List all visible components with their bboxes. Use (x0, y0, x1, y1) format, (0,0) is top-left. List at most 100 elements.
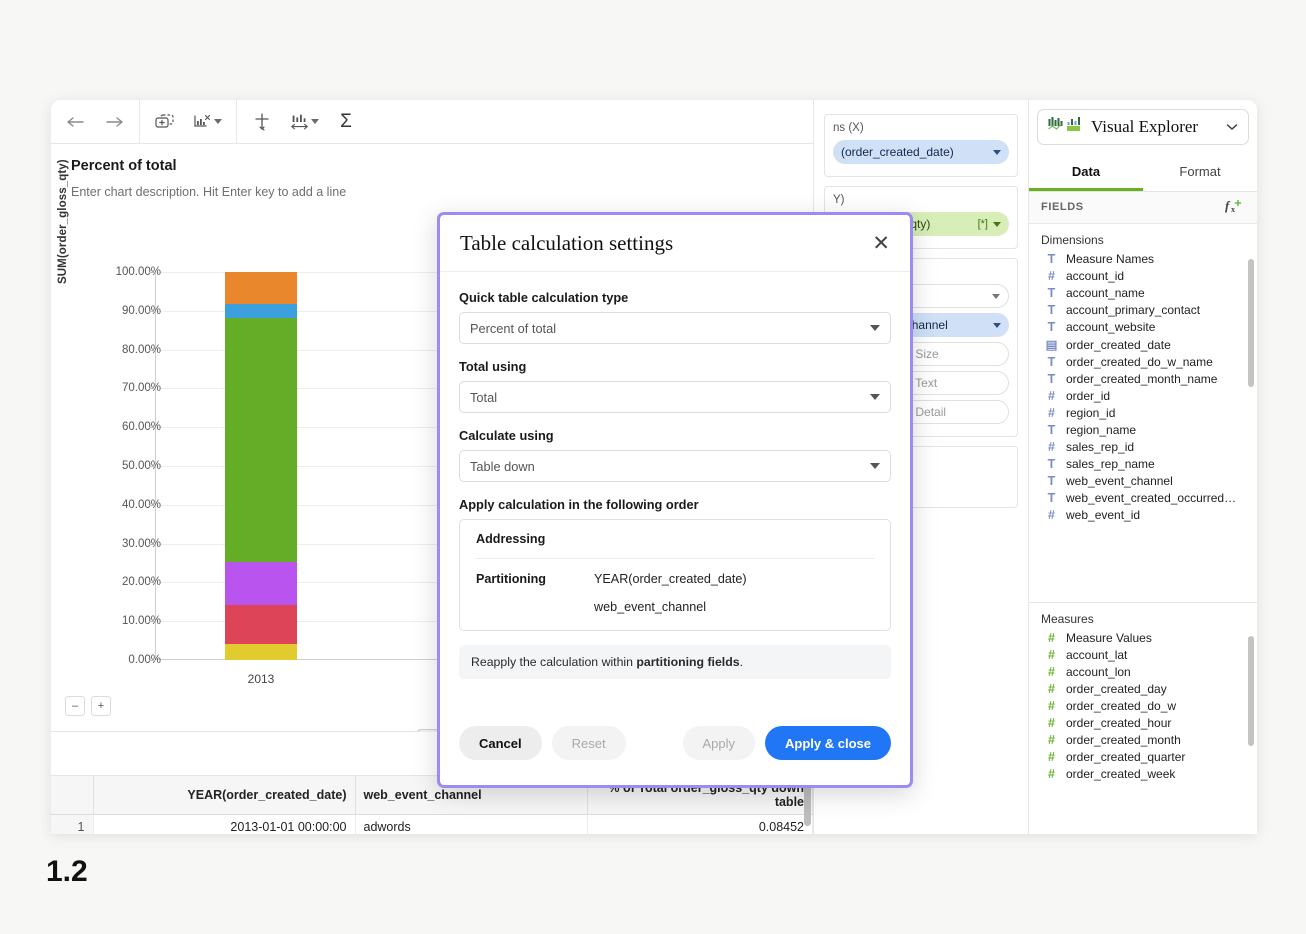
field-list-item[interactable]: #region_id (1029, 405, 1257, 422)
field-list-item[interactable]: #account_lon (1029, 664, 1257, 681)
visual-explorer-header: Visual Explorer (1029, 100, 1257, 153)
text-icon: T (1045, 491, 1058, 505)
dimensions-list[interactable]: TMeasure Names#account_idTaccount_nameTa… (1029, 251, 1257, 602)
number-icon: # (1045, 648, 1058, 662)
chevron-down-icon[interactable] (993, 150, 1001, 155)
dimensions-scrollbar[interactable] (1248, 259, 1254, 387)
arrow-left-icon[interactable] (65, 111, 87, 133)
bar-segment[interactable] (225, 272, 297, 304)
number-icon: # (1045, 699, 1058, 713)
addressing-row[interactable]: Addressing (476, 532, 874, 546)
bar-segment[interactable] (225, 605, 297, 643)
clear-sheet-icon[interactable] (192, 111, 214, 133)
mark-type-control[interactable] (289, 111, 319, 133)
field-list-item[interactable]: Tweb_event_created_occurred… (1029, 490, 1257, 507)
field-list-item[interactable]: #order_created_day (1029, 681, 1257, 698)
reset-button[interactable]: Reset (552, 726, 626, 760)
swap-axes-icon[interactable] (251, 111, 273, 133)
chevron-down-icon[interactable] (870, 394, 880, 400)
table-calc-badge[interactable]: [*] (978, 218, 988, 230)
apply-and-close-button[interactable]: Apply & close (765, 726, 891, 760)
text-icon: T (1045, 372, 1058, 386)
tab-data[interactable]: Data (1029, 153, 1143, 191)
measures-list[interactable]: #Measure Values#account_lat#account_lon#… (1029, 630, 1257, 834)
zoom-out-button[interactable]: – (65, 696, 85, 716)
field-list-item[interactable]: #order_created_hour (1029, 715, 1257, 732)
field-list-item[interactable]: Torder_created_do_w_name (1029, 354, 1257, 371)
duplicate-sheet-icon[interactable] (154, 111, 176, 133)
field-list-item[interactable]: #account_id (1029, 268, 1257, 285)
col-year[interactable]: YEAR(order_created_date) (93, 776, 355, 815)
chevron-down-icon[interactable] (870, 325, 880, 331)
bar-segment[interactable] (225, 562, 297, 605)
chevron-down-icon[interactable] (214, 119, 222, 124)
figure-caption: 1.2 (46, 855, 88, 889)
field-list-item[interactable]: Tweb_event_channel (1029, 473, 1257, 490)
measures-scrollbar[interactable] (1248, 636, 1254, 746)
partitioning-row[interactable]: Partitioning YEAR(order_created_date) we… (476, 572, 874, 614)
field-list-item[interactable]: Tsales_rep_name (1029, 456, 1257, 473)
field-list-item[interactable]: #order_created_do_w (1029, 698, 1257, 715)
close-icon[interactable]: ✕ (872, 233, 890, 254)
bar-stack[interactable] (225, 272, 297, 660)
columns-shelf[interactable]: ns (X) (order_created_date) (824, 114, 1018, 177)
bar-segment[interactable] (225, 304, 297, 318)
field-list-item[interactable]: #sales_rep_id (1029, 439, 1257, 456)
field-list-item[interactable]: Tregion_name (1029, 422, 1257, 439)
y-axis-tick-mark (149, 621, 155, 622)
total-using-select[interactable]: Total (459, 381, 891, 413)
columns-shelf-label: ns (X) (833, 122, 1009, 134)
bar-segment[interactable] (225, 644, 297, 660)
order-separator (476, 558, 874, 559)
table-row[interactable]: 12013-01-01 00:00:00adwords0.08452 (51, 815, 813, 835)
tab-format[interactable]: Format (1143, 153, 1257, 191)
cancel-button[interactable]: Cancel (459, 726, 542, 760)
dialog-title: Table calculation settings (460, 231, 872, 256)
field-label: sales_rep_name (1066, 457, 1155, 471)
calc-type-select[interactable]: Percent of total (459, 312, 891, 344)
apply-button[interactable]: Apply (683, 726, 756, 760)
field-label: account_website (1066, 320, 1155, 334)
field-list-item[interactable]: ▤order_created_date (1029, 336, 1257, 354)
chevron-down-icon[interactable] (992, 294, 1000, 299)
calculate-using-select[interactable]: Table down (459, 450, 891, 482)
clear-sheet-control[interactable] (192, 111, 222, 133)
field-list-item[interactable]: #web_event_id (1029, 507, 1257, 524)
dialog-body: Quick table calculation type Percent of … (440, 272, 910, 679)
y-axis-tick-mark (149, 427, 155, 428)
add-calculation-icon[interactable]: f x (1225, 198, 1245, 216)
chevron-down-icon[interactable] (870, 463, 880, 469)
rows-shelf-label: Y) (833, 194, 1009, 206)
chevron-down-icon[interactable] (993, 222, 1001, 227)
columns-field-chip[interactable]: (order_created_date) (833, 140, 1009, 164)
zoom-in-button[interactable]: + (91, 696, 111, 716)
field-list-item[interactable]: #order_created_week (1029, 766, 1257, 783)
chevron-down-icon[interactable] (311, 119, 319, 124)
field-list-item[interactable]: Taccount_name (1029, 285, 1257, 302)
table-scrollbar[interactable] (804, 782, 811, 826)
arrow-right-icon[interactable] (103, 111, 125, 133)
number-icon: # (1045, 716, 1058, 730)
field-list-item[interactable]: Taccount_website (1029, 319, 1257, 336)
field-list-item[interactable]: TMeasure Names (1029, 251, 1257, 268)
bar-segment[interactable] (225, 318, 297, 562)
field-list-item[interactable]: #order_created_month (1029, 732, 1257, 749)
app-window: Σ Percent of total Enter chart descripti… (51, 100, 1257, 834)
fields-header-bar: FIELDS f x (1029, 192, 1257, 224)
field-label: order_created_month (1066, 733, 1181, 747)
hint-strong: partitioning fields (636, 655, 739, 669)
field-list-item[interactable]: Taccount_primary_contact (1029, 302, 1257, 319)
sigma-totals-icon[interactable]: Σ (335, 111, 357, 133)
y-axis-tick-mark (149, 311, 155, 312)
visual-explorer-selector[interactable]: Visual Explorer (1037, 109, 1249, 145)
chevron-down-icon[interactable] (993, 323, 1001, 328)
field-list-item[interactable]: #order_id (1029, 388, 1257, 405)
field-list-item[interactable]: #Measure Values (1029, 630, 1257, 647)
mark-type-icon[interactable] (289, 111, 311, 133)
field-list-item[interactable]: #account_lat (1029, 647, 1257, 664)
field-list-item[interactable]: Torder_created_month_name (1029, 371, 1257, 388)
chevron-down-icon[interactable] (1226, 118, 1238, 136)
text-icon: T (1045, 474, 1058, 488)
chart-description[interactable]: Enter chart description. Hit Enter key t… (71, 185, 793, 199)
field-list-item[interactable]: #order_created_quarter (1029, 749, 1257, 766)
